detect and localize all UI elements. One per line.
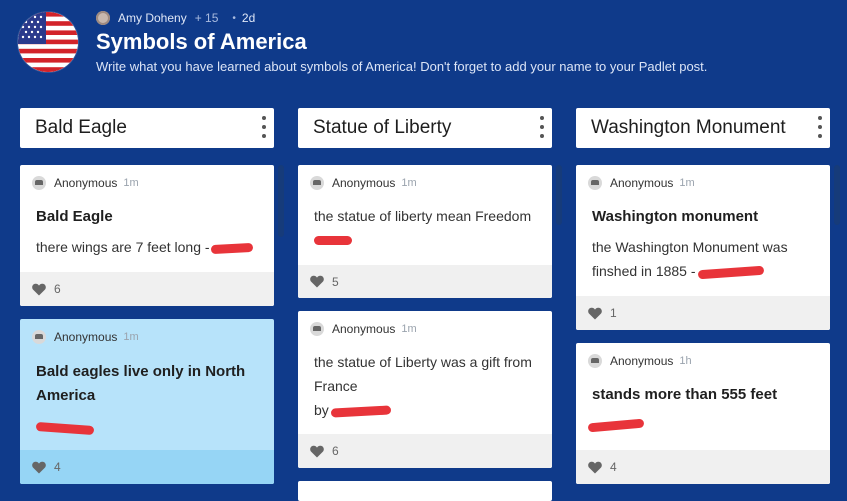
post-body-text: there wings are 7 feet long - <box>36 239 210 255</box>
board-description: Write what you have learned about symbol… <box>96 59 708 74</box>
post-card[interactable]: Anonymous 1m Bald Eagle there wings are … <box>20 165 274 306</box>
anonymous-icon <box>32 176 46 190</box>
heart-icon[interactable] <box>32 461 46 474</box>
like-count: 4 <box>54 460 61 474</box>
anonymous-icon <box>310 176 324 190</box>
column-scrollbar[interactable] <box>834 165 840 225</box>
post-author: Anonymous 1m <box>32 330 139 344</box>
post-body: there wings are 7 feet long - <box>36 235 253 259</box>
post-card[interactable]: Anonymous 1m the statue of Liberty was a… <box>298 311 552 468</box>
author-label: Anonymous <box>54 176 118 190</box>
redaction-mark <box>330 405 391 418</box>
post-footer: 6 <box>20 272 274 306</box>
board-age: 2d <box>241 11 256 25</box>
like-count: 5 <box>332 274 339 289</box>
post-author: Anonymous 1m <box>588 176 695 190</box>
post-author: Anonymous 1m <box>310 176 417 190</box>
like-count: 6 <box>332 444 339 458</box>
more-vert-icon[interactable] <box>816 116 824 138</box>
post-time: 1m <box>401 177 417 189</box>
section-header-washington-monument[interactable]: Washington Monument <box>576 108 830 148</box>
post-footer: 5 <box>298 265 552 298</box>
post-card[interactable]: Anonymous 1m the statue of liberty mean … <box>298 165 552 298</box>
like-count: 6 <box>54 282 61 296</box>
us-flag-icon <box>18 12 78 72</box>
author-name[interactable]: Amy Doheny <box>118 11 187 25</box>
post-time: 1m <box>123 177 139 189</box>
post-subject: Bald eagles live only in North America <box>36 363 246 404</box>
heart-icon[interactable] <box>310 275 324 288</box>
board-meta: Amy Doheny + 15 • 2d <box>96 10 255 26</box>
post-time: 1m <box>401 323 417 335</box>
redaction-mark <box>697 265 764 280</box>
byline-text: by <box>314 402 329 418</box>
like-count: 4 <box>610 460 617 474</box>
post-author: Anonymous 1h <box>588 354 692 368</box>
board-title: Symbols of America <box>96 29 307 54</box>
post-subject: Washington monument <box>592 208 759 225</box>
post-footer: 4 <box>20 450 274 484</box>
more-vert-icon[interactable] <box>538 116 546 138</box>
redaction-mark <box>35 421 95 435</box>
post-footer: 4 <box>576 450 830 484</box>
redaction-mark <box>587 418 645 433</box>
post-author: Anonymous 1m <box>32 176 139 190</box>
author-label: Anonymous <box>610 176 674 190</box>
post-card[interactable]: Anonymous 1m Bald eagles live only in No… <box>20 319 274 484</box>
section-title: Statue of Liberty <box>313 117 452 138</box>
anonymous-icon <box>588 176 602 190</box>
section-header-statue-of-liberty[interactable]: Statue of Liberty <box>298 108 552 148</box>
post-card[interactable] <box>298 481 552 501</box>
post-author: Anonymous 1m <box>310 322 417 336</box>
post-footer: 6 <box>298 434 552 468</box>
anonymous-icon <box>32 330 46 344</box>
heart-icon[interactable] <box>310 445 324 458</box>
post-body <box>35 415 95 439</box>
post-footer: 1 <box>576 296 830 330</box>
post-card[interactable]: Anonymous 1m Washington monument the Was… <box>576 165 830 330</box>
heart-icon[interactable] <box>588 307 602 320</box>
post-byline: by <box>314 398 391 422</box>
heart-icon[interactable] <box>32 283 46 296</box>
redaction-mark <box>210 242 253 254</box>
post-body: the Washington Monument was finshed in 1… <box>592 235 808 283</box>
post-body: the statue of Liberty was a gift from Fr… <box>314 354 532 394</box>
post-subject: stands more than 555 feet <box>592 386 778 403</box>
post-body: the statue of liberty mean Freedom <box>314 208 532 224</box>
redaction-mark <box>314 236 352 245</box>
board-header: Amy Doheny + 15 • 2d Symbols of America … <box>0 0 847 100</box>
column-scrollbar[interactable] <box>278 165 284 237</box>
post-subject: Bald Eagle <box>36 208 113 225</box>
post-time: 1m <box>123 331 139 343</box>
anonymous-icon <box>310 322 324 336</box>
post-time: 1m <box>679 177 695 189</box>
section-header-bald-eagle[interactable]: Bald Eagle <box>20 108 274 148</box>
more-vert-icon[interactable] <box>260 116 268 138</box>
heart-icon[interactable] <box>588 461 602 474</box>
post-time: 1h <box>679 355 692 367</box>
post-card[interactable]: Anonymous 1h stands more than 555 feet 4 <box>576 343 830 484</box>
author-label: Anonymous <box>332 176 396 190</box>
meta-separator: • <box>232 12 236 24</box>
author-label: Anonymous <box>54 330 118 344</box>
contributors-count[interactable]: + 15 <box>195 11 219 25</box>
anonymous-icon <box>588 354 602 368</box>
section-title: Washington Monument <box>591 117 786 138</box>
avatar-icon[interactable] <box>96 11 110 25</box>
author-label: Anonymous <box>610 354 674 368</box>
section-title: Bald Eagle <box>35 117 127 138</box>
author-label: Anonymous <box>332 322 396 336</box>
column-scrollbar[interactable] <box>556 165 562 225</box>
like-count: 1 <box>610 306 617 320</box>
